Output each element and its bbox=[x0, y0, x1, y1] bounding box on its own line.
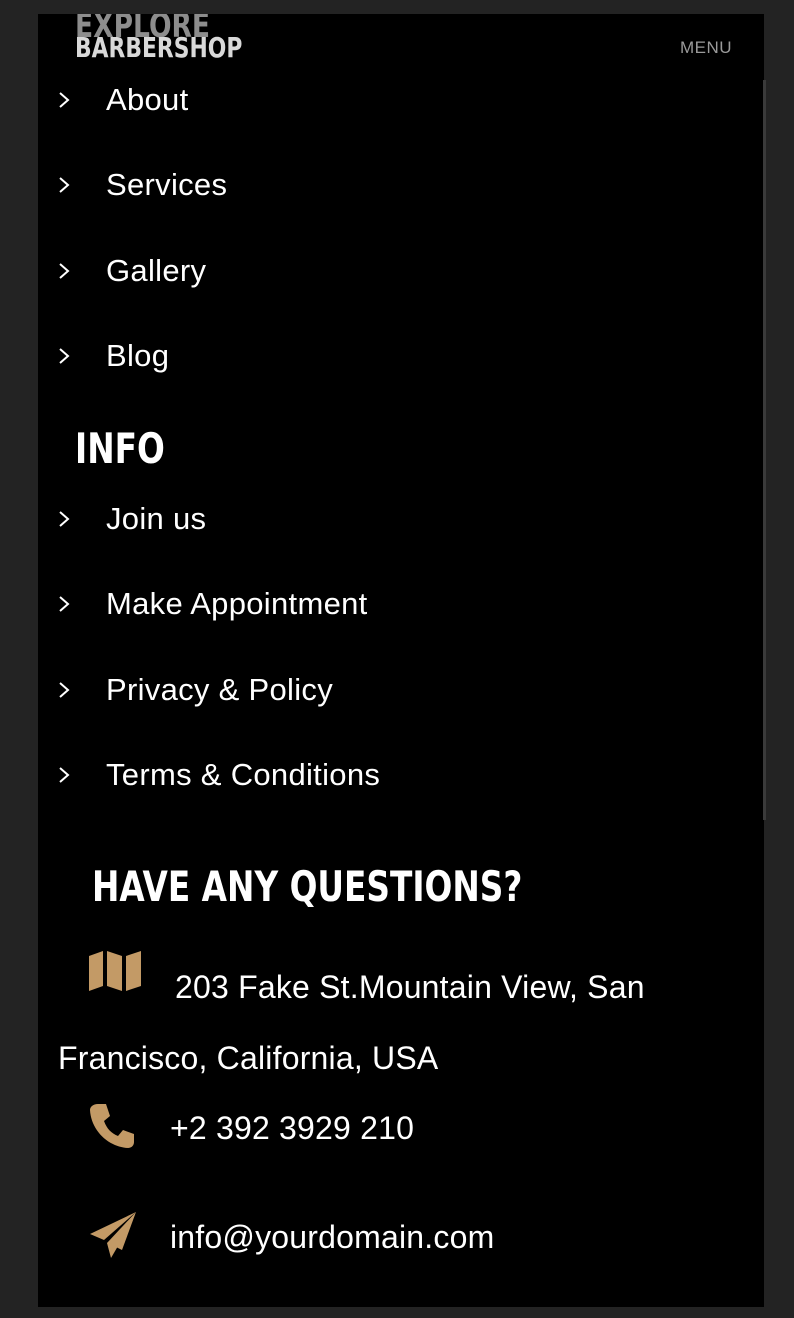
footer-panel: EXPLORE BARBERSHOP MENU About Services G… bbox=[38, 14, 764, 1307]
contact-email[interactable]: info@yourdomain.com bbox=[170, 1219, 494, 1256]
nav-item-services[interactable]: Services bbox=[38, 155, 764, 215]
info-item-make-appointment[interactable]: Make Appointment bbox=[38, 574, 764, 634]
info-item-label: Privacy & Policy bbox=[106, 672, 334, 707]
nav-item-about[interactable]: About bbox=[38, 70, 764, 130]
chevron-right-icon bbox=[59, 92, 70, 108]
chevron-right-icon bbox=[59, 596, 70, 612]
chevron-right-icon bbox=[59, 767, 70, 783]
menu-toggle-button[interactable]: MENU bbox=[680, 38, 732, 58]
info-item-label: Make Appointment bbox=[106, 586, 368, 621]
nav-item-label: About bbox=[106, 82, 189, 117]
chevron-right-icon bbox=[59, 263, 70, 279]
info-item-label: Join us bbox=[106, 501, 207, 536]
nav-item-label: Blog bbox=[106, 338, 170, 373]
paper-plane-icon bbox=[90, 1212, 136, 1258]
logo-barbershop-text[interactable]: BARBERSHOP bbox=[75, 32, 242, 64]
contact-section-title: HAVE ANY QUESTIONS? bbox=[92, 862, 523, 911]
info-item-label: Terms & Conditions bbox=[106, 757, 381, 792]
chevron-right-icon bbox=[59, 682, 70, 698]
info-item-join-us[interactable]: Join us bbox=[38, 489, 764, 549]
nav-item-gallery[interactable]: Gallery bbox=[38, 241, 764, 301]
nav-item-blog[interactable]: Blog bbox=[38, 326, 764, 386]
chevron-right-icon bbox=[59, 177, 70, 193]
contact-phone[interactable]: +2 392 3929 210 bbox=[170, 1110, 414, 1147]
phone-icon bbox=[90, 1104, 134, 1148]
chevron-right-icon bbox=[59, 511, 70, 527]
scrollbar[interactable] bbox=[763, 80, 766, 820]
nav-item-label: Services bbox=[106, 167, 228, 202]
contact-address: 203 Fake St.Mountain View, San Francisco… bbox=[58, 969, 645, 1076]
info-item-privacy-policy[interactable]: Privacy & Policy bbox=[38, 660, 764, 720]
info-item-terms-conditions[interactable]: Terms & Conditions bbox=[38, 745, 764, 805]
chevron-right-icon bbox=[59, 348, 70, 364]
nav-item-label: Gallery bbox=[106, 253, 207, 288]
info-section-title: INFO bbox=[75, 424, 165, 473]
